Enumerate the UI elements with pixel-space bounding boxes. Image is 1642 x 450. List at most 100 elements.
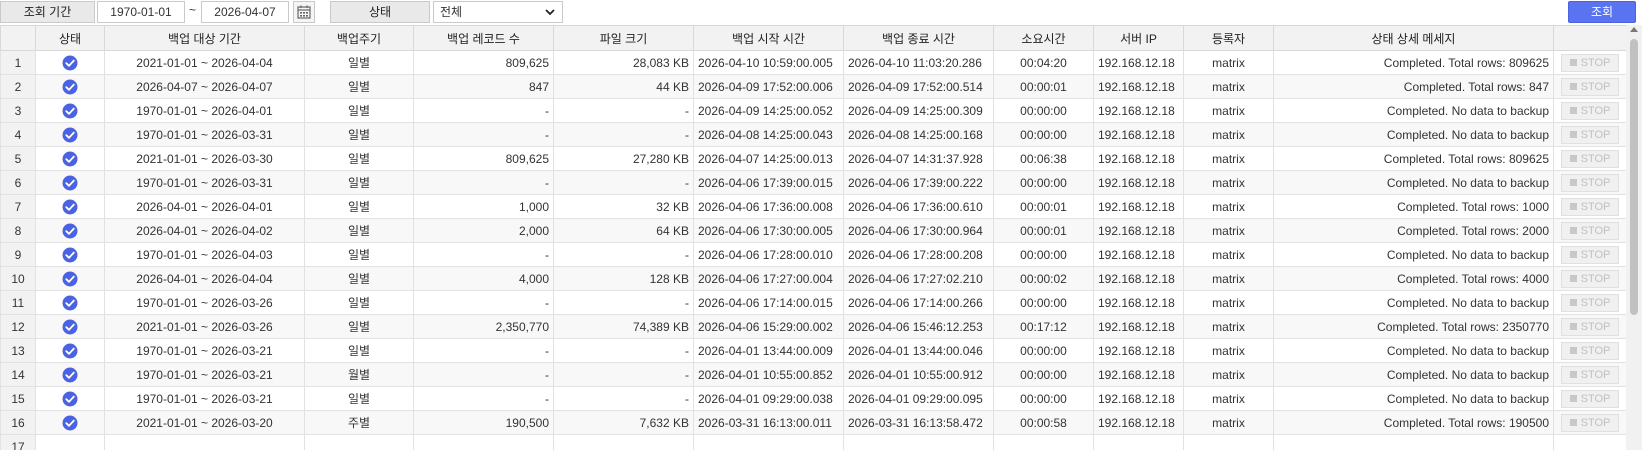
- stop-button[interactable]: STOP: [1561, 77, 1619, 96]
- table-row[interactable]: 8 2026-04-01 ~ 2026-04-02 일별 2,000 64 KB 2026…: [0, 218, 1626, 243]
- row-number: 15: [0, 386, 36, 411]
- table-row[interactable]: 16 2021-01-01 ~ 2026-03-20 주별 190,500 7,632 …: [0, 410, 1626, 435]
- stop-square-icon: [1569, 154, 1577, 162]
- stop-cell: STOP: [1553, 218, 1626, 243]
- status-message-cell: Completed. Total rows: 1000: [1273, 194, 1554, 219]
- header-cell[interactable]: 소요시간: [993, 25, 1094, 51]
- stop-button[interactable]: STOP: [1561, 245, 1619, 264]
- table-row[interactable]: 2 2026-04-07 ~ 2026-04-07 일별 847 44 KB 2026-0…: [0, 74, 1626, 99]
- server-ip-cell: 192.168.12.18: [1093, 314, 1184, 339]
- header-cell[interactable]: 상태: [35, 25, 105, 51]
- file-size-cell: 74,389 KB: [553, 314, 694, 339]
- stop-button[interactable]: STOP: [1561, 317, 1619, 336]
- status-message-cell: Completed. No data to backup: [1273, 98, 1554, 123]
- elapsed-time-cell: 00:00:00: [993, 122, 1094, 147]
- check-circle-icon: [62, 151, 78, 166]
- calendar-button[interactable]: [293, 1, 315, 23]
- record-count-cell: 2,000: [413, 218, 554, 243]
- stop-button[interactable]: STOP: [1561, 413, 1619, 432]
- stop-button[interactable]: STOP: [1561, 269, 1619, 288]
- backup-cycle-cell: 일별: [304, 218, 414, 243]
- backup-cycle-cell: 일별: [304, 170, 414, 195]
- table-row[interactable]: 10 2026-04-01 ~ 2026-04-04 일별 4,000 128 KB 20…: [0, 266, 1626, 291]
- backup-period-cell: 2026-04-01 ~ 2026-04-02: [104, 218, 305, 243]
- stop-cell: STOP: [1553, 362, 1626, 387]
- stop-button[interactable]: STOP: [1561, 341, 1619, 360]
- table-row[interactable]: 9 1970-01-01 ~ 2026-04-03 일별 - -2026-04-06 1…: [0, 242, 1626, 267]
- table-row[interactable]: 5 2021-01-01 ~ 2026-03-30 일별 809,625 27,280 …: [0, 146, 1626, 171]
- stop-button[interactable]: STOP: [1561, 389, 1619, 408]
- header-cell[interactable]: 백업 종료 시간: [843, 25, 994, 51]
- server-ip-cell: 192.168.12.18: [1093, 290, 1184, 315]
- backup-cycle-cell: 일별: [304, 122, 414, 147]
- status-cell: [35, 170, 105, 195]
- table-row[interactable]: 12 2021-01-01 ~ 2026-03-26 일별 2,350,770 74,3…: [0, 314, 1626, 339]
- table-row[interactable]: 4 1970-01-01 ~ 2026-03-31 일별 - -2026-04-08 1…: [0, 122, 1626, 147]
- stop-button[interactable]: STOP: [1561, 53, 1619, 72]
- server-ip-cell: 192.168.12.18: [1093, 50, 1184, 75]
- header-cell[interactable]: 등록자: [1183, 25, 1274, 51]
- stop-cell: STOP: [1553, 74, 1626, 99]
- header-cell[interactable]: 백업주기: [304, 25, 414, 51]
- end-time-cell: 2026-04-01 09:29:00.095: [843, 386, 994, 411]
- vertical-scrollbar[interactable]: [1626, 25, 1642, 450]
- status-message-cell: Completed. No data to backup: [1273, 362, 1554, 387]
- scroll-thumb[interactable]: [1630, 39, 1638, 315]
- search-button[interactable]: 조회: [1568, 1, 1636, 23]
- table-row[interactable]: 6 1970-01-01 ~ 2026-03-31 일별 - -2026-04-06 1…: [0, 170, 1626, 195]
- server-ip-cell: 192.168.12.18: [1093, 146, 1184, 171]
- header-cell[interactable]: 파일 크기: [553, 25, 694, 51]
- scroll-up-arrow-icon[interactable]: [1630, 27, 1638, 32]
- stop-cell: STOP: [1553, 266, 1626, 291]
- elapsed-time-cell: 00:00:01: [993, 74, 1094, 99]
- header-cell[interactable]: 서버 IP: [1093, 25, 1184, 51]
- start-time-cell: 2026-04-10 10:59:00.005: [693, 50, 844, 75]
- end-time-cell: 2026-04-09 17:52:00.514: [843, 74, 994, 99]
- record-count-cell: 190,500: [413, 410, 554, 435]
- stop-cell: STOP: [1553, 338, 1626, 363]
- header-cell[interactable]: 상태 상세 메세지: [1273, 25, 1554, 51]
- header-cell[interactable]: 백업 시작 시간: [693, 25, 844, 51]
- end-time-cell: 2026-04-06 17:39:00.222: [843, 170, 994, 195]
- table-row[interactable]: 1 2021-01-01 ~ 2026-04-04 일별 809,625 28,083 …: [0, 50, 1626, 75]
- elapsed-time-cell: 00:00:00: [993, 386, 1094, 411]
- stop-button[interactable]: STOP: [1561, 197, 1619, 216]
- status-message-cell: Completed. No data to backup: [1273, 338, 1554, 363]
- stop-label: STOP: [1580, 152, 1611, 165]
- date-from-input[interactable]: 1970-01-01: [97, 1, 185, 23]
- stop-button[interactable]: STOP: [1561, 149, 1619, 168]
- backup-period-cell: 1970-01-01 ~ 2026-04-03: [104, 242, 305, 267]
- stop-button[interactable]: STOP: [1561, 173, 1619, 192]
- check-circle-icon: [62, 79, 78, 94]
- end-time-cell: 2026-04-06 17:30:00.964: [843, 218, 994, 243]
- table-row[interactable]: 15 1970-01-01 ~ 2026-03-21 일별 - -2026-04-01 …: [0, 386, 1626, 411]
- table-row[interactable]: 14 1970-01-01 ~ 2026-03-21 월별 - -2026-04-01 …: [0, 362, 1626, 387]
- row-number: 4: [0, 122, 36, 147]
- backup-period-cell: 1970-01-01 ~ 2026-03-21: [104, 338, 305, 363]
- table-row[interactable]: 7 2026-04-01 ~ 2026-04-01 일별 1,000 32 KB 2026…: [0, 194, 1626, 219]
- table-row[interactable]: 13 1970-01-01 ~ 2026-03-21 일별 - -2026-04-01 …: [0, 338, 1626, 363]
- table-row[interactable]: 17: [0, 434, 1626, 450]
- file-size-cell: -: [553, 386, 694, 411]
- stop-button[interactable]: STOP: [1561, 293, 1619, 312]
- stop-button[interactable]: STOP: [1561, 125, 1619, 144]
- stop-button[interactable]: STOP: [1561, 101, 1619, 120]
- date-to-input[interactable]: 2026-04-07: [201, 1, 289, 23]
- backup-period-cell: 1970-01-01 ~ 2026-03-21: [104, 362, 305, 387]
- stop-button[interactable]: STOP: [1561, 365, 1619, 384]
- status-cell: [35, 314, 105, 339]
- table-row[interactable]: 11 1970-01-01 ~ 2026-03-26 일별 - -2026-04-06 …: [0, 290, 1626, 315]
- start-time-cell: 2026-04-09 17:52:00.006: [693, 74, 844, 99]
- header-cell[interactable]: 백업 레코드 수: [413, 25, 554, 51]
- elapsed-time-cell: 00:17:12: [993, 314, 1094, 339]
- header-cell[interactable]: 백업 대상 기간: [104, 25, 305, 51]
- table-row[interactable]: 3 1970-01-01 ~ 2026-04-01 일별 - -2026-04-09 1…: [0, 98, 1626, 123]
- backup-cycle-cell: 일별: [304, 290, 414, 315]
- end-time-cell: 2026-04-09 14:25:00.309: [843, 98, 994, 123]
- stop-button[interactable]: STOP: [1561, 221, 1619, 240]
- status-message-cell: [1273, 434, 1554, 450]
- stop-cell: STOP: [1553, 386, 1626, 411]
- status-message-cell: Completed. Total rows: 809625: [1273, 50, 1554, 75]
- file-size-cell: -: [553, 242, 694, 267]
- status-select[interactable]: 전체: [433, 1, 563, 23]
